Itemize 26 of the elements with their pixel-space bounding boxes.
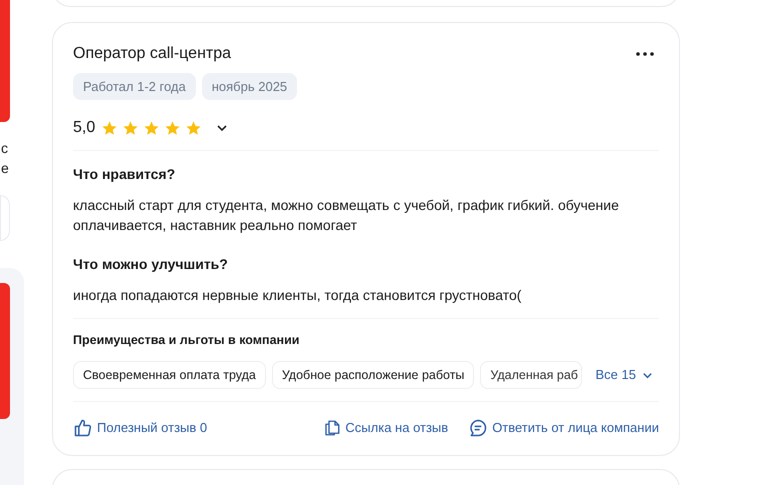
chat-icon [468,418,488,438]
tag: ноябрь 2025 [202,73,298,100]
star-icon [143,120,160,136]
copy-icon [323,419,342,437]
action-link[interactable]: Ответить от лица компании [468,418,659,438]
section-heading: Что нравится? [73,165,176,184]
rating-value: 5,0 [73,118,96,138]
action-link[interactable]: Ссылка на отзыв [323,418,448,438]
review-text: иногда попадаются нервные клиенты, тогда становится грустновато( [73,286,522,305]
action-link[interactable]: Полезный отзыв 0 [73,418,208,438]
text-fragment: е [0,159,9,178]
star-icon [101,120,118,136]
text-fragment: с [0,139,9,158]
star-icon [185,120,202,136]
thumbs-up-icon [73,418,93,438]
benefit-tag: Удаленная раб [480,361,582,389]
star-icon [164,120,182,136]
benefits-heading: Преимущества и льготы в компании [73,332,300,349]
tag: Работал 1-2 года [73,73,196,100]
star-icon [122,120,140,136]
show-all-button[interactable]: Все 15 [596,365,653,385]
benefit-tag: Удобное расположение работы [272,361,474,389]
review-text: классный старт для студента, можно совмещать с учебой, график гибкий. обучение оплачивается, наставник реально помогает [73,196,620,235]
benefit-tag: Своевременная оплата труда [73,361,266,389]
section-heading: Что можно улучшить? [73,255,229,274]
review-title: Оператор call-центра [73,44,232,64]
